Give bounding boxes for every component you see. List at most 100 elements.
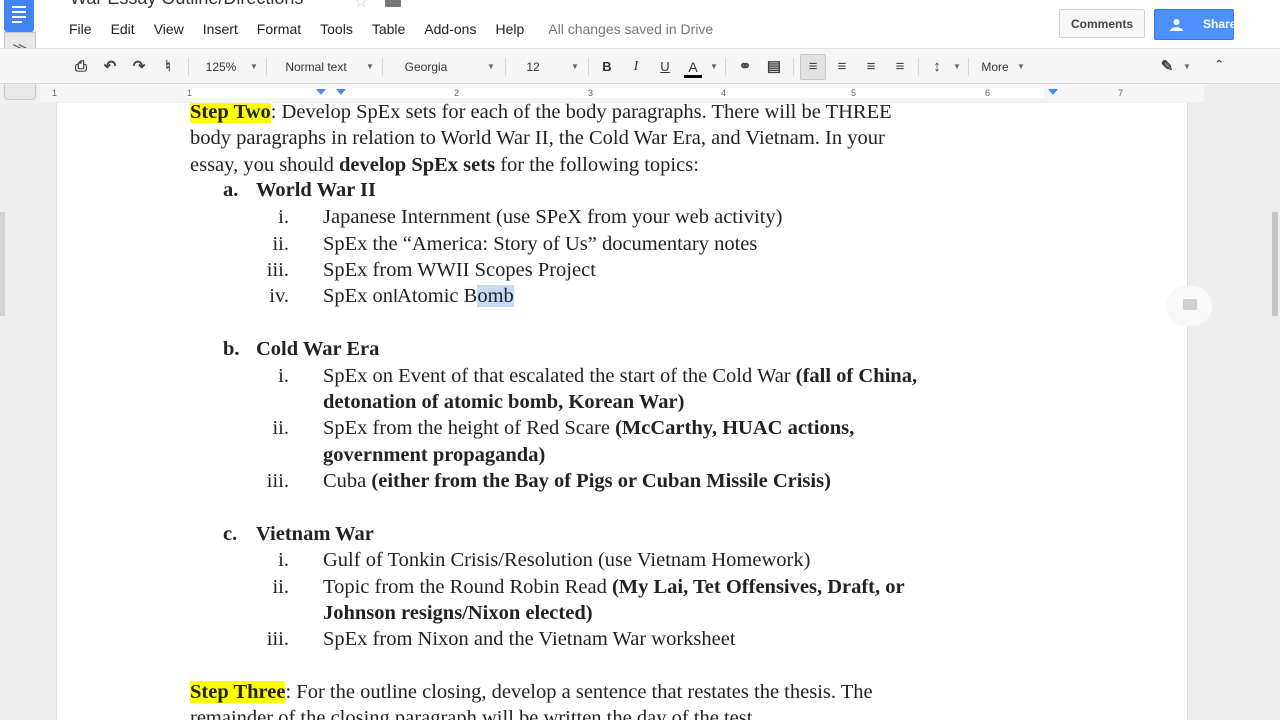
step-two-text: : Develop SpEx sets for each of the body… — [270, 103, 892, 123]
caret-down-icon: ▼ — [571, 62, 579, 71]
selected-text: omb — [477, 285, 514, 307]
list-marker: b. — [223, 338, 240, 360]
share-button[interactable]: Share — [1154, 9, 1236, 40]
docs-logo-icon[interactable] — [4, 0, 34, 32]
menu-table[interactable]: Table — [372, 21, 405, 37]
indent-marker-left[interactable] — [316, 89, 326, 95]
list-marker: i. — [278, 549, 289, 571]
list-item-text: SpEx on Event of that escalated the star… — [323, 365, 796, 387]
toolbar: ⎙ ↶ ↷ ♮ 125% ▼ Normal text ▼ Georgia ▼ 1… — [0, 48, 1280, 84]
ruler-number: 6 — [985, 88, 991, 98]
list-marker: i. — [278, 365, 289, 387]
list-item-text: SpEx on Atomic B — [323, 285, 478, 307]
toolbar-separator — [382, 58, 383, 76]
align-left-icon[interactable]: ≡ — [800, 54, 826, 80]
ruler[interactable]: 1 1 2 3 4 5 6 7 — [40, 84, 1204, 102]
menu-view[interactable]: View — [154, 21, 184, 37]
line-spacing-icon[interactable]: ↕ — [926, 49, 948, 85]
pen-icon[interactable]: ✎ — [1156, 49, 1178, 85]
list-item-text: Gulf of Tonkin Crisis/Resolution (use Vi… — [323, 549, 811, 571]
menu-file[interactable]: File — [69, 21, 92, 37]
ruler-number: 7 — [1118, 88, 1124, 98]
menu-help[interactable]: Help — [495, 21, 524, 37]
ruler-number: 2 — [454, 88, 460, 98]
list-marker: a. — [223, 179, 239, 201]
menu-edit[interactable]: Edit — [111, 21, 135, 37]
doc-title[interactable]: War Essay Outline/Directions — [70, 0, 303, 9]
comment-icon[interactable]: ▤ — [763, 49, 785, 85]
comments-button[interactable]: Comments — [1059, 9, 1145, 38]
list-item: ii. Topic from the Round Robin Read (My L… — [253, 574, 904, 600]
section-title: World War II — [256, 179, 376, 201]
text-color-swatch — [684, 75, 702, 78]
scrollbar-thumb[interactable] — [1272, 212, 1278, 316]
paint-format-icon[interactable]: ♮ — [157, 49, 179, 85]
italic-button[interactable]: I — [625, 49, 647, 85]
list-item: iii. SpEx from Nixon and the Vietnam War … — [253, 626, 736, 652]
toolbar-separator — [588, 58, 589, 76]
star-icon[interactable]: ☆ — [354, 0, 368, 12]
collapse-icon[interactable]: ˆ — [1208, 49, 1230, 85]
text-run: for the following topics: — [495, 154, 699, 176]
body-line: remainder of the closing paragraph will … — [190, 707, 758, 720]
toolbar-separator — [793, 58, 794, 76]
redo-icon[interactable]: ↷ — [128, 49, 150, 85]
list-item-text: Cuba — [323, 470, 372, 492]
more-button[interactable]: More — [976, 49, 1014, 85]
list-marker: c. — [223, 523, 238, 545]
list-item-text-bold: (either from the Bay of Pigs or Cuban Mi… — [371, 470, 831, 492]
text-run: essay, you should — [190, 154, 339, 176]
section-title: Cold War Era — [256, 338, 380, 360]
list-marker: i. — [278, 206, 289, 228]
align-justify-icon[interactable]: ≡ — [889, 49, 911, 85]
list-item-continuation: Johnson resigns/Nixon elected) — [323, 602, 593, 624]
align-center-icon[interactable]: ≡ — [831, 49, 853, 85]
bold-button[interactable]: B — [596, 49, 618, 85]
body-line: body paragraphs in relation to World War… — [190, 127, 885, 149]
list-item: iii. SpEx from WWII Scopes Project — [253, 257, 596, 283]
list-item: i. Japanese Internment (use SPeX from you… — [253, 204, 782, 230]
underline-button[interactable]: U — [654, 49, 676, 85]
indent-marker-right[interactable] — [1048, 89, 1058, 95]
step-two-line: Step Two: Develop SpEx sets for each of … — [190, 103, 892, 125]
list-item-text-bold: (fall of China, — [795, 365, 918, 387]
menu-insert[interactable]: Insert — [203, 21, 238, 37]
align-right-icon[interactable]: ≡ — [860, 49, 882, 85]
font-select[interactable]: Georgia — [396, 49, 456, 85]
indent-marker-first[interactable] — [336, 89, 346, 95]
undo-icon[interactable]: ↶ — [99, 49, 121, 85]
text-color-button[interactable]: A — [682, 49, 704, 85]
list-item: i. Gulf of Tonkin Crisis/Resolution (use … — [253, 547, 810, 573]
link-icon[interactable]: ⚭ — [734, 49, 756, 85]
print-icon[interactable]: ⎙ — [70, 49, 92, 85]
caret-down-icon: ▼ — [1017, 62, 1025, 71]
style-select[interactable]: Normal text — [276, 49, 356, 85]
list-item-text: SpEx from the height of Red Scare — [323, 417, 616, 439]
caret-down-icon: ▼ — [1183, 62, 1191, 71]
list-marker: iii. — [266, 470, 289, 492]
list-marker: iv. — [269, 285, 289, 307]
caret-down-icon: ▼ — [953, 62, 961, 71]
save-status[interactable]: All changes saved in Drive — [548, 21, 713, 37]
folder-icon[interactable] — [385, 0, 401, 7]
ruler-number: 1 — [187, 88, 193, 98]
add-comment-icon[interactable] — [1166, 286, 1212, 326]
toolbar-separator — [725, 58, 726, 76]
text-run-bold: develop SpEx sets — [339, 154, 496, 176]
toolbar-separator — [188, 58, 189, 76]
list-marker: ii. — [272, 233, 289, 255]
menu-tools[interactable]: Tools — [320, 21, 353, 37]
menu-addons[interactable]: Add-ons — [424, 21, 476, 37]
ruler-number: 3 — [588, 88, 594, 98]
list-item-text: Topic from the Round Robin Read — [323, 576, 612, 598]
zoom-select[interactable]: 125% — [196, 49, 246, 85]
list-item-continuation: government propaganda) — [323, 444, 546, 466]
document-page[interactable]: Step Two: Develop SpEx sets for each of … — [56, 103, 1188, 720]
step-three-text: : For the outline closing, develop a sen… — [285, 681, 873, 703]
font-size-select[interactable]: 12 — [520, 49, 546, 85]
section-c-heading: c. Vietnam War — [223, 521, 374, 547]
menu-format[interactable]: Format — [257, 21, 301, 37]
toolbar-separator — [968, 58, 969, 76]
list-marker: iii. — [266, 259, 289, 281]
list-item-text: SpEx from WWII Scopes Project — [323, 259, 596, 281]
